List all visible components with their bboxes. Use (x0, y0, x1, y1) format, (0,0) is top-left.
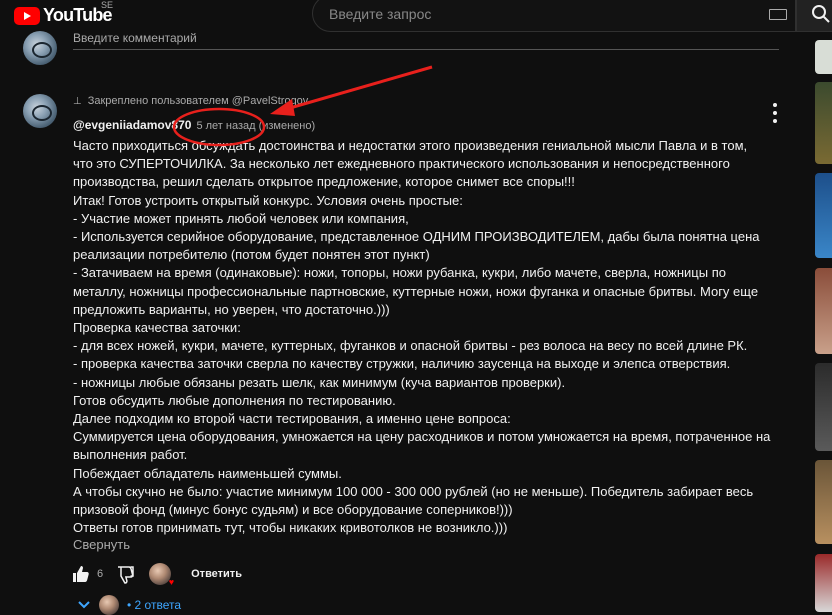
comment-line: - Затачиваем на время (одинаковые): ножи… (73, 265, 726, 281)
show-replies-button[interactable]: • 2 ответа (77, 595, 181, 615)
video-thumbnail[interactable] (815, 40, 832, 74)
comment-line: металлу, ножницы профессиональные партно… (73, 283, 759, 299)
search-input[interactable]: Введите запрос (312, 0, 796, 32)
comment-line: - Используется серийное оборудование, пр… (73, 229, 760, 245)
add-comment-input[interactable]: Введите комментарий (73, 31, 197, 45)
like-count: 6 (97, 568, 104, 580)
youtube-logo[interactable]: YouTube (14, 5, 113, 26)
comment-line: - проверка качества заточки сверла по ка… (73, 356, 731, 372)
add-comment-underline (73, 49, 779, 50)
video-thumbnail[interactable] (815, 554, 832, 612)
keyboard-icon[interactable] (769, 9, 787, 20)
search-icon (812, 5, 830, 23)
region-code: SE (101, 0, 114, 10)
comment-line: Суммируется цена оборудования, умножаетс… (73, 429, 771, 445)
replies-count: 2 ответа (134, 598, 182, 612)
top-bar: YouTube SE Введите запрос (0, 0, 832, 32)
search-placeholder: Введите запрос (329, 6, 432, 22)
video-thumbnail[interactable] (815, 82, 832, 164)
pin-icon: ⊥ (73, 95, 82, 107)
current-user-avatar (23, 31, 57, 65)
more-options-icon[interactable] (768, 103, 782, 123)
pinned-text: Закреплено пользователем @PavelStrogov (87, 95, 309, 107)
comment-line: Готов обсудить любые дополнения по тести… (73, 392, 396, 408)
heart-icon: ♥ (168, 577, 175, 587)
pinned-label: ⊥ Закреплено пользователем @PavelStrogov (73, 95, 308, 107)
comment-text: Часто приходиться обсуждать достоинства … (73, 137, 773, 537)
like-icon[interactable] (71, 564, 91, 584)
comment-author[interactable]: @evgeniiadamov870 (73, 118, 191, 132)
comment-line: что это СУПЕРТОЧИЛКА. За несколько лет е… (73, 156, 730, 172)
comment-author-avatar[interactable] (23, 94, 57, 128)
replies-bullet: • (127, 598, 135, 612)
reply-author-avatar (99, 595, 119, 615)
comment-line: А чтобы скучно не было: участие минимум … (73, 483, 754, 499)
reply-button[interactable]: Ответить (191, 568, 242, 580)
play-icon (14, 6, 40, 25)
video-thumbnail[interactable] (815, 363, 832, 451)
video-thumbnail[interactable] (815, 460, 832, 544)
comment-line: Далее подходим ко второй части тестирова… (73, 411, 511, 427)
creator-heart-avatar: ♥ (149, 563, 175, 587)
dislike-icon[interactable] (115, 564, 135, 584)
comment-line: Итак! Готов устроить открытый конкурс. У… (73, 192, 463, 208)
comment-line: - Участие может принять любой человек ил… (73, 210, 409, 226)
chevron-down-icon (78, 601, 90, 609)
comment-line: призовой фонд (минус бонус судьям) и все… (73, 502, 513, 518)
comment-header: @evgeniiadamov870 5 лет назад (изменено) (73, 118, 315, 132)
video-thumbnail[interactable] (815, 268, 832, 354)
comment-line: производства, решил сделать открытое пре… (73, 174, 575, 190)
comment-line: - ножницы любые обязаны резать шелк, как… (73, 374, 566, 390)
comment-line: реализации потребителю (потом будет поня… (73, 247, 430, 263)
collapse-button[interactable]: Свернуть (73, 537, 130, 552)
comment-line: - для всех ножей, кукри, мачете, куттерн… (73, 338, 748, 354)
comment-time[interactable]: 5 лет назад (изменено) (196, 120, 315, 132)
search-button[interactable] (796, 0, 832, 32)
comment-line: предложить варианты, но уверен, что дост… (73, 301, 390, 317)
recommendations-sidebar (815, 30, 832, 612)
comment-actions: 6 ♥ Ответить (71, 562, 242, 587)
comment-line: Проверка качества заточки: (73, 320, 241, 336)
comment-line: выполнения работ. (73, 447, 188, 463)
video-thumbnail[interactable] (815, 173, 832, 258)
comment-line: Побеждает обладатель наименьшей суммы. (73, 465, 342, 481)
comment-line: Ответы готов принимать тут, чтобы никаки… (73, 520, 508, 536)
comment-line: Часто приходиться обсуждать достоинства … (73, 138, 748, 153)
